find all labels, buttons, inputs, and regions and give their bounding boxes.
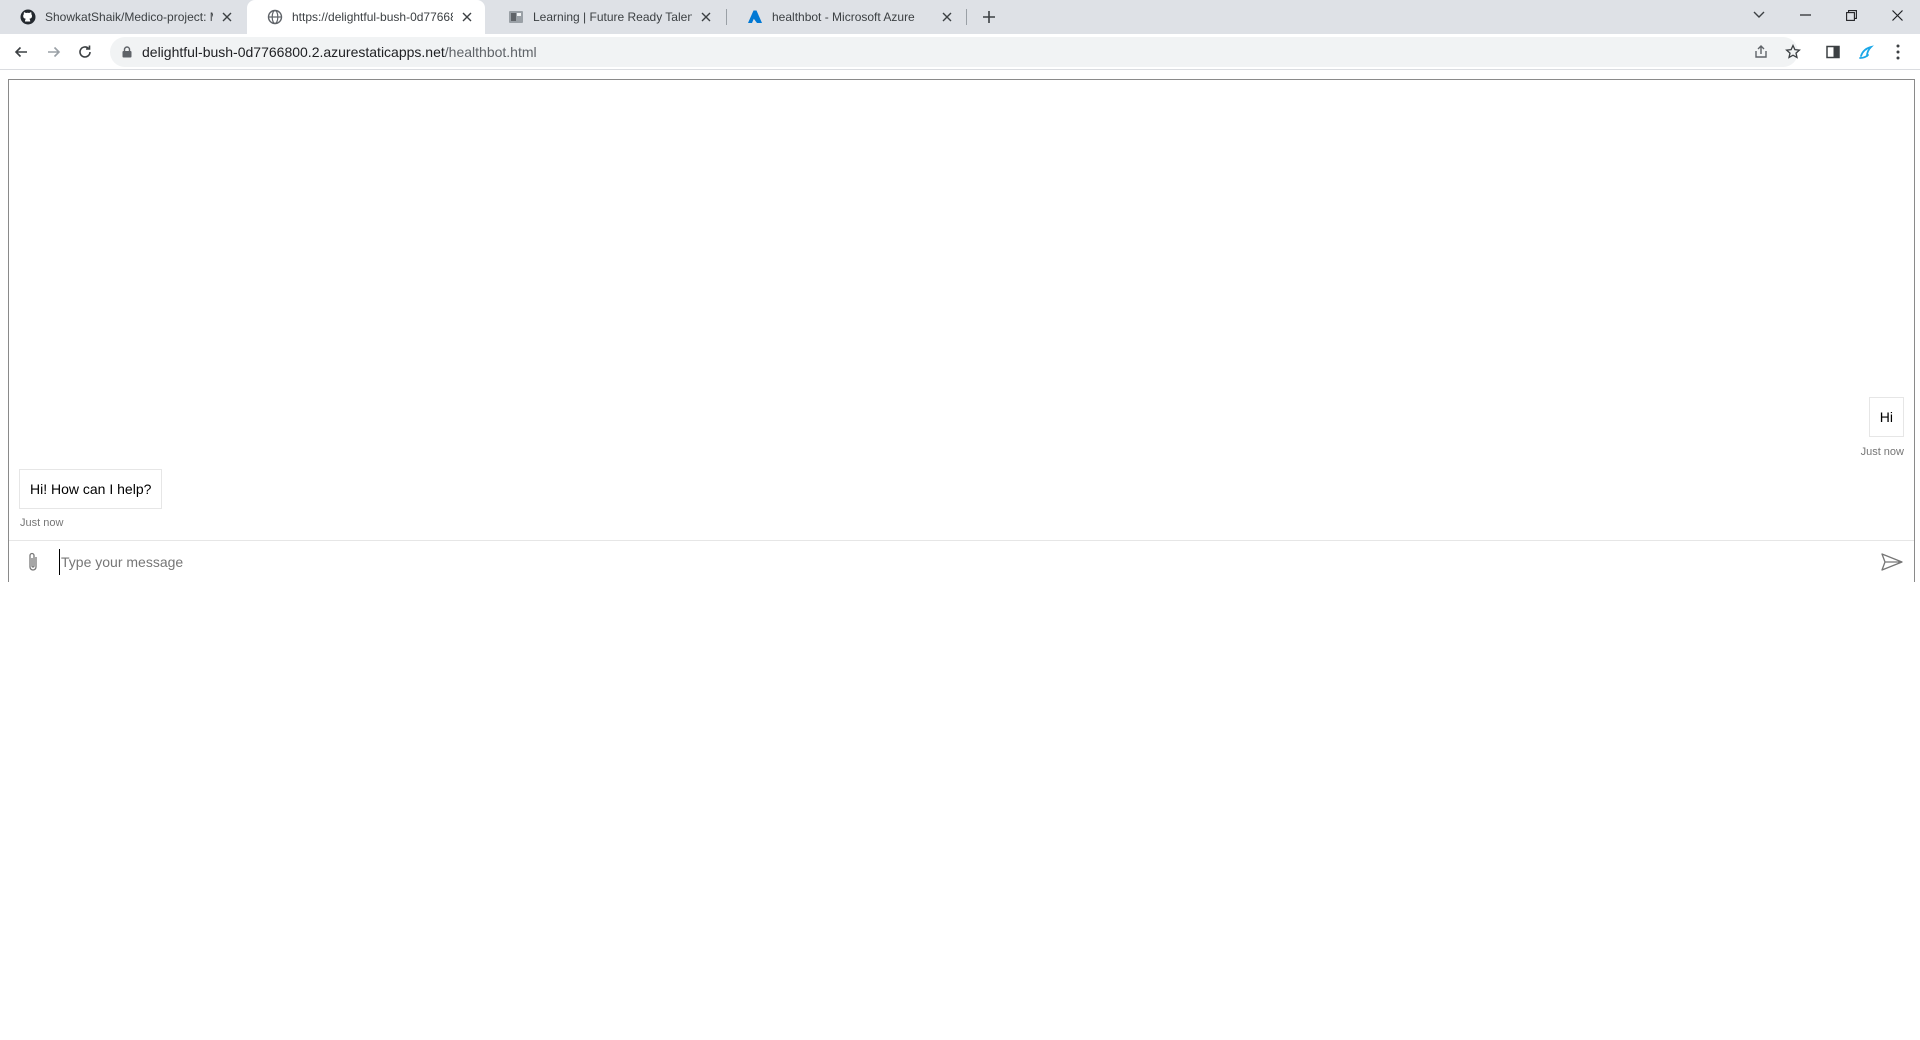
- window-close-button[interactable]: [1874, 0, 1920, 30]
- side-panel-icon: [1826, 45, 1840, 59]
- chevron-down-icon: [1753, 11, 1765, 18]
- sync-extension-button[interactable]: [1852, 38, 1880, 66]
- sync-icon: [1859, 45, 1874, 59]
- chat-transcript[interactable]: Hi Just now Hi! How can I help? Just now: [9, 80, 1914, 540]
- restore-button[interactable]: [1828, 0, 1874, 30]
- url-host: delightful-bush-0d7766800.2.azurestatica…: [142, 44, 445, 60]
- tab-learning[interactable]: Learning | Future Ready Talent: [488, 0, 724, 34]
- bookmark-button[interactable]: [1779, 38, 1807, 66]
- minimize-button[interactable]: [1782, 0, 1828, 30]
- star-icon: [1785, 44, 1801, 59]
- plus-icon: [983, 11, 995, 23]
- bot-message-bubble: Hi! How can I help?: [19, 469, 163, 509]
- message-timestamp: Just now: [20, 517, 64, 529]
- globe-icon: [267, 9, 283, 25]
- tab-separator: [966, 9, 967, 25]
- share-icon: [1755, 45, 1767, 58]
- message-timestamp: Just now: [1860, 446, 1904, 458]
- lock-icon[interactable]: [120, 45, 134, 59]
- azure-icon: [747, 9, 763, 25]
- share-button[interactable]: [1747, 38, 1775, 66]
- tab-title: https://delightful-bush-0d77668: [292, 10, 453, 24]
- close-tab-icon[interactable]: [219, 9, 235, 25]
- tab-search-button[interactable]: [1736, 0, 1782, 30]
- tab-title: healthbot - Microsoft Azure: [772, 10, 915, 24]
- paperclip-icon: [29, 552, 37, 571]
- user-message-bubble: Hi: [1868, 397, 1904, 437]
- forward-button[interactable]: [40, 38, 68, 66]
- message-composer: [9, 540, 1914, 582]
- send-icon: [1881, 553, 1903, 571]
- url-path: /healthbot.html: [444, 44, 537, 60]
- attach-button[interactable]: [21, 550, 45, 574]
- close-tab-icon[interactable]: [698, 9, 714, 25]
- browser-toolbar: delightful-bush-0d7766800.2.azurestatica…: [0, 34, 1920, 70]
- reload-icon: [79, 45, 91, 58]
- minimize-icon: [1799, 14, 1811, 16]
- address-bar[interactable]: delightful-bush-0d7766800.2.azurestatica…: [110, 37, 1798, 67]
- restore-icon: [1845, 9, 1857, 21]
- tab-title: ShowkatShaik/Medico-project: M: [45, 10, 213, 24]
- send-button[interactable]: [1878, 549, 1906, 575]
- browser-menu-button[interactable]: [1884, 38, 1912, 66]
- new-tab-button[interactable]: [976, 4, 1002, 30]
- site-icon: [508, 9, 524, 25]
- close-icon: [1891, 9, 1903, 21]
- reload-button[interactable]: [71, 38, 99, 66]
- close-tab-icon[interactable]: [459, 9, 475, 25]
- tab-azure[interactable]: healthbot - Microsoft Azure: [727, 0, 965, 34]
- tab-healthbot-page[interactable]: https://delightful-bush-0d77668: [247, 0, 485, 34]
- close-tab-icon[interactable]: [939, 9, 955, 25]
- webchat-frame: Hi Just now Hi! How can I help? Just now: [8, 79, 1915, 582]
- message-input[interactable]: [59, 549, 1849, 575]
- back-arrow-icon: [14, 46, 27, 58]
- github-icon: [20, 9, 36, 25]
- more-vert-icon: [1896, 44, 1900, 60]
- tab-github[interactable]: ShowkatShaik/Medico-project: M: [0, 0, 245, 34]
- side-panel-button[interactable]: [1819, 38, 1847, 66]
- tab-strip: ShowkatShaik/Medico-project: M https://d…: [0, 0, 1920, 34]
- back-button[interactable]: [7, 38, 35, 66]
- forward-arrow-icon: [48, 46, 61, 58]
- tab-title: Learning | Future Ready Talent: [533, 10, 692, 24]
